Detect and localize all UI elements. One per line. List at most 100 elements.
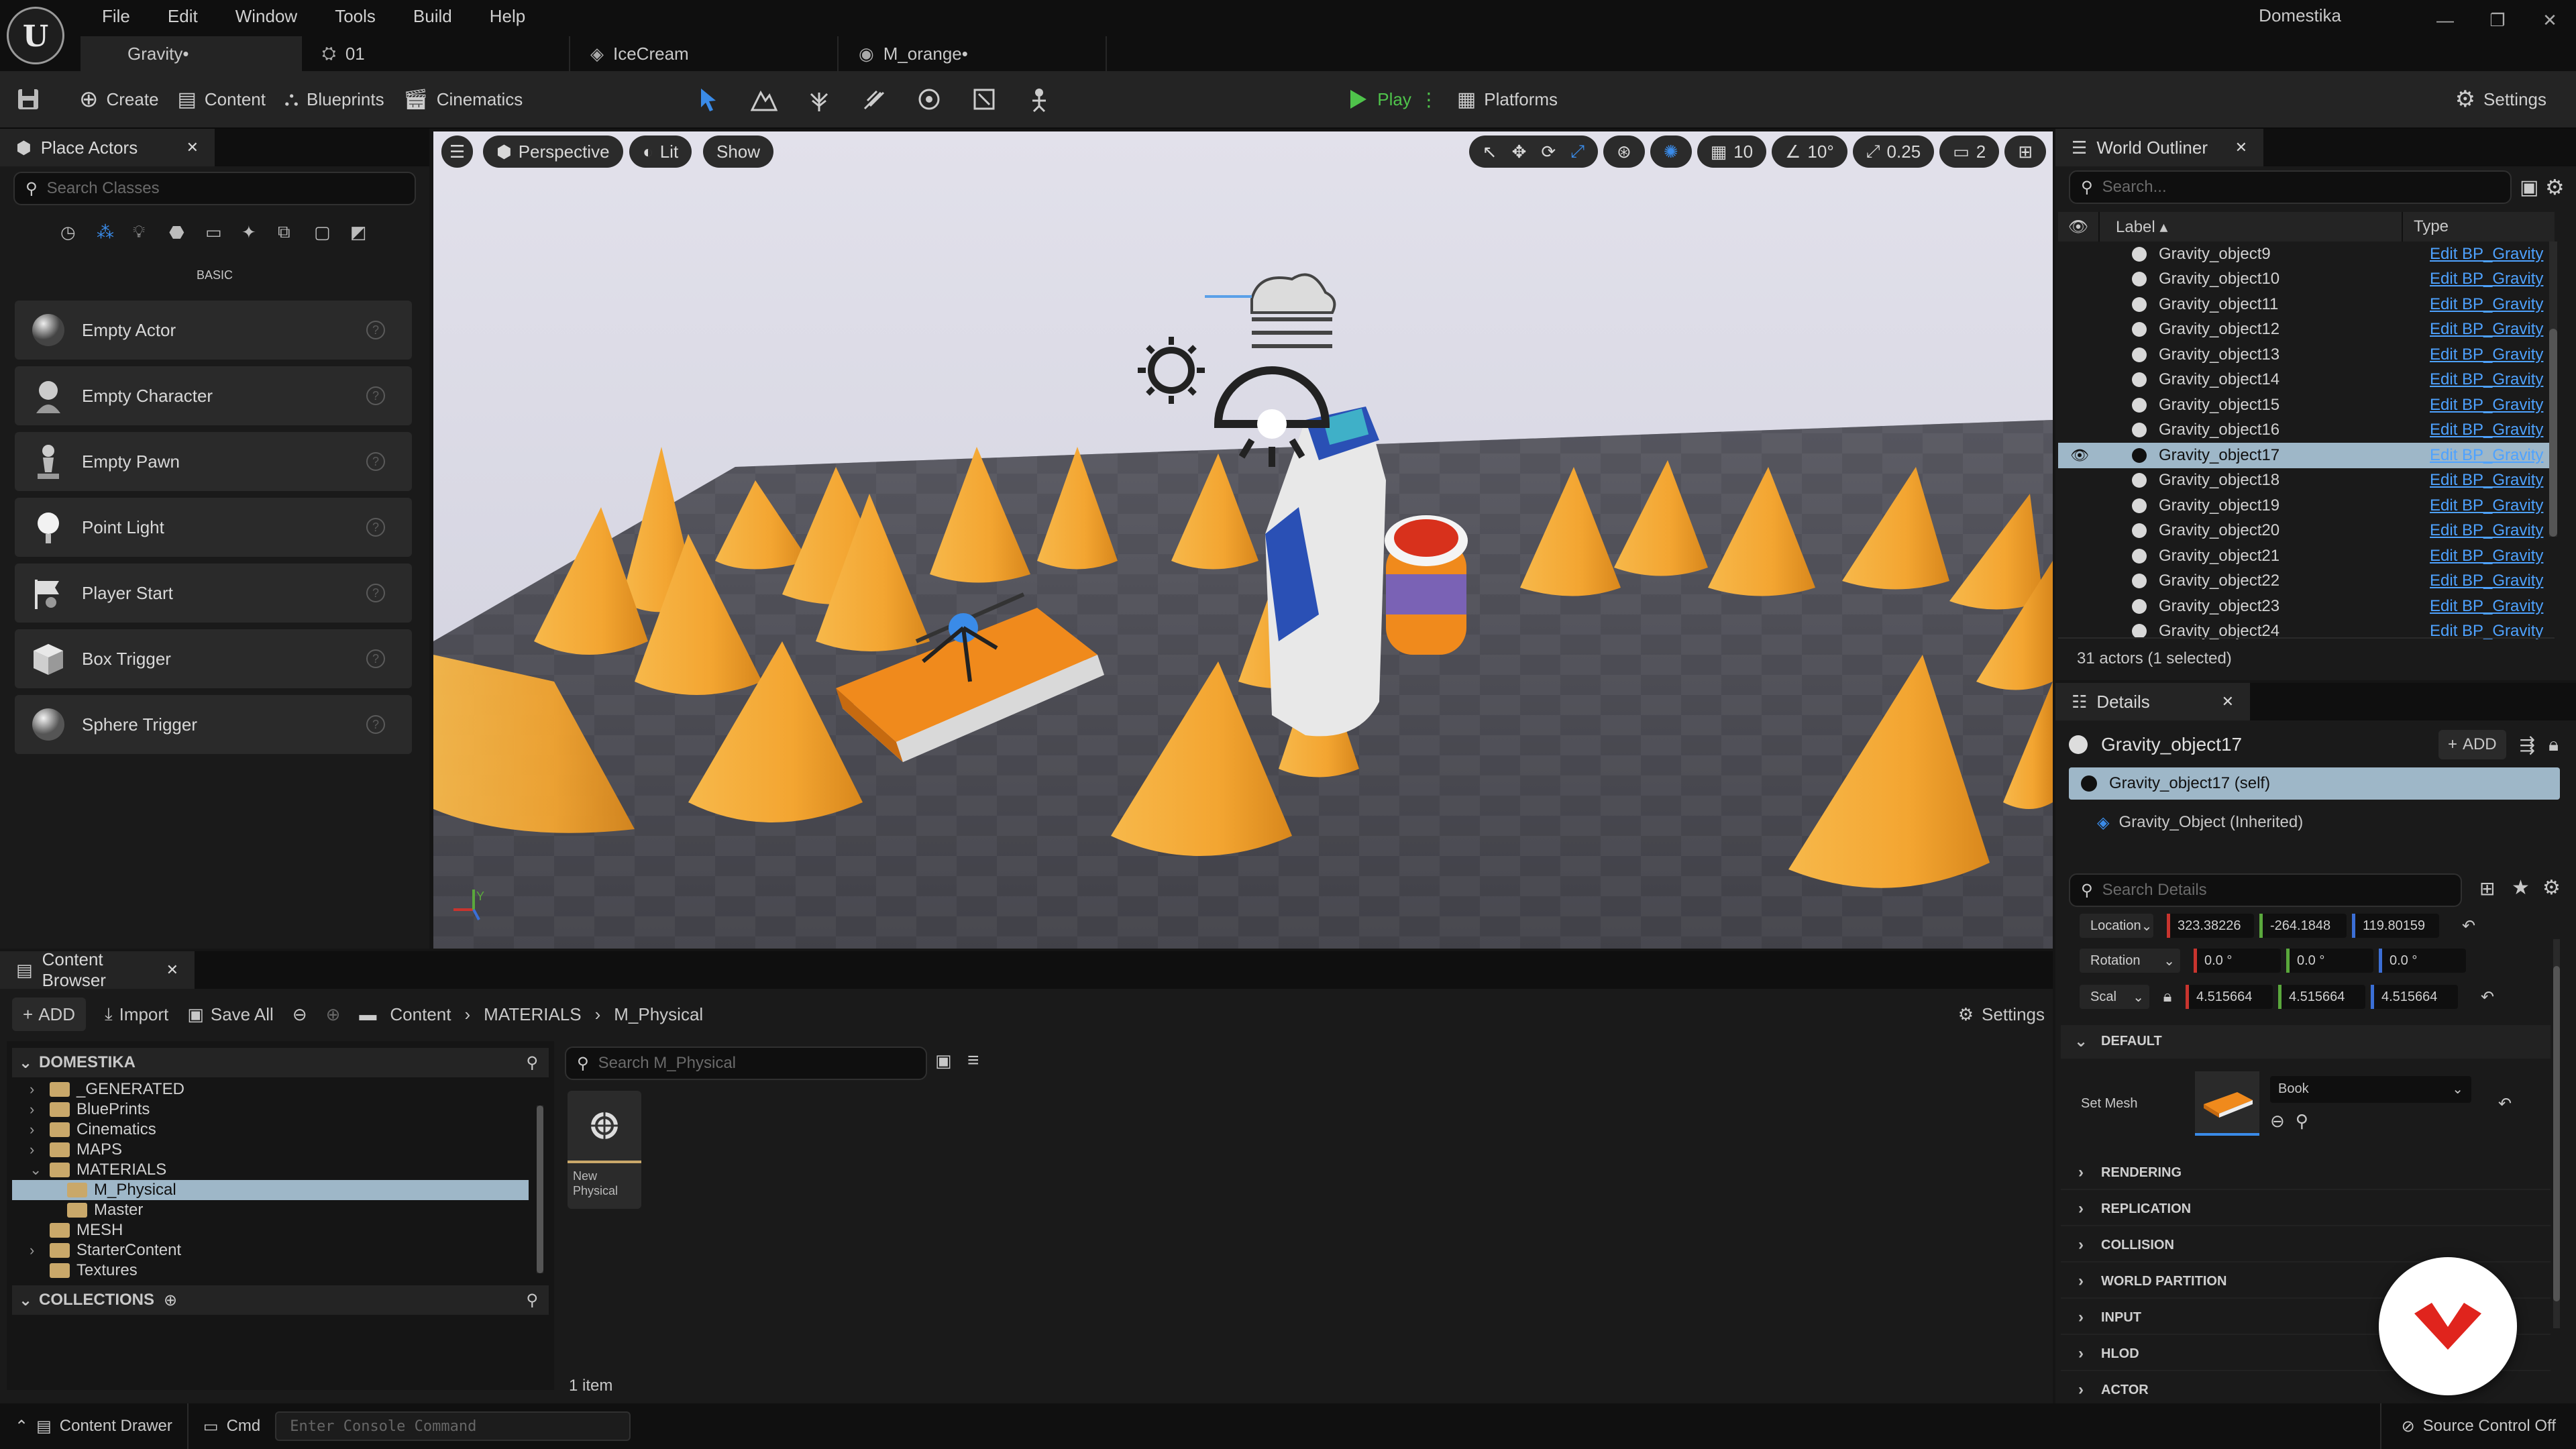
tab-01[interactable]: ⛭ 01 [302, 36, 570, 71]
reset-icon[interactable]: ↶ [2462, 916, 2475, 936]
blueprints-button[interactable]: ⛬ Blueprints [275, 70, 394, 128]
chevron-icon[interactable]: › [30, 1141, 50, 1159]
world-outliner-tab[interactable]: ☰ World Outliner ✕ [2055, 129, 2263, 166]
close-tab-icon[interactable]: ✕ [166, 961, 178, 979]
edit-blueprint-link[interactable]: Edit BP_Gravity [2430, 345, 2543, 364]
favorites-star-icon[interactable]: ★ [2512, 876, 2530, 900]
reset-icon[interactable]: ↶ [2481, 987, 2494, 1007]
outliner-row[interactable]: Gravity_object21 Edit BP_Gravity [2058, 543, 2555, 569]
menu-build[interactable]: Build [394, 3, 471, 30]
folder-mesh[interactable]: MESH [12, 1220, 529, 1240]
help-icon[interactable]: ? [366, 452, 385, 471]
back-icon[interactable]: ⊖ [292, 1004, 307, 1025]
minimize-icon[interactable]: — [2419, 0, 2471, 40]
folder-materials[interactable]: ⌄ MATERIALS [12, 1160, 529, 1180]
menu-help[interactable]: Help [471, 3, 544, 30]
play-button[interactable]: Play ⋮ [1337, 70, 1448, 128]
menu-file[interactable]: File [83, 3, 149, 30]
outliner-row[interactable]: Gravity_object12 Edit BP_Gravity [2058, 317, 2555, 343]
animation-icon[interactable] [1023, 83, 1055, 115]
edit-blueprint-link[interactable]: Edit BP_Gravity [2430, 446, 2543, 465]
cinematic-icon[interactable]: ▭ [205, 222, 228, 243]
component-self-row[interactable]: Gravity_object17 (self) [2069, 767, 2560, 800]
edit-blueprint-link[interactable]: Edit BP_Gravity [2430, 396, 2543, 415]
help-icon[interactable]: ? [366, 518, 385, 537]
cb-add-button[interactable]: + ADD [12, 998, 87, 1031]
edit-blueprint-link[interactable]: Edit BP_Gravity [2430, 295, 2543, 314]
save-search-icon[interactable]: ▣ [935, 1051, 952, 1071]
maximize-viewport-button[interactable]: ⊞ [2004, 136, 2046, 168]
foliage-mode-icon[interactable] [803, 83, 835, 115]
volumes-icon[interactable]: ▢ [314, 222, 337, 243]
menu-window[interactable]: Window [217, 3, 316, 30]
blueprint-options-icon[interactable]: ⇶ [2520, 734, 2535, 756]
search-classes-input[interactable]: ⚲ Search Classes [13, 172, 416, 205]
lit-button[interactable]: ◐ Lit [629, 136, 692, 168]
outliner-search-input[interactable]: ⚲ Search... [2069, 170, 2512, 204]
help-icon[interactable]: ? [366, 649, 385, 668]
actor-item-empty-pawn[interactable]: Empty Pawn ? [15, 432, 412, 491]
viewport-menu-button[interactable]: ☰ [441, 136, 474, 168]
outliner-row[interactable]: Gravity_object13 Edit BP_Gravity [2058, 342, 2555, 368]
content-drawer-button[interactable]: ⌃ ▤ Content Drawer [0, 1403, 189, 1449]
close-tab-icon[interactable]: ✕ [186, 139, 199, 156]
mesh-thumbnail[interactable] [2195, 1071, 2259, 1136]
section-default[interactable]: ⌄ DEFAULT [2061, 1025, 2551, 1059]
chevron-icon[interactable]: ⌄ [30, 1161, 50, 1179]
actor-item-empty-actor[interactable]: Empty Actor ? [15, 301, 412, 360]
content-browser-tab[interactable]: ▤ Content Browser ✕ [0, 949, 195, 990]
type-column-header[interactable]: Type [2414, 217, 2449, 236]
location-z-field[interactable]: 119.80159 [2352, 914, 2439, 938]
outliner-row[interactable]: Gravity_object16 Edit BP_Gravity [2058, 418, 2555, 443]
actor-item-box-trigger[interactable]: Box Trigger ? [15, 629, 412, 688]
section-replication[interactable]: › REPLICATION [2061, 1193, 2551, 1226]
component-inherited-row[interactable]: ◈ Gravity_Object (Inherited) [2097, 808, 2303, 837]
chevron-icon[interactable]: › [30, 1121, 50, 1138]
scale-y-field[interactable]: 4.515664 [2278, 985, 2365, 1009]
lock-scale-icon[interactable]: 🔒︎ [2155, 987, 2180, 1006]
cmd-button[interactable]: ▭ Cmd [189, 1403, 275, 1449]
add-collection-icon[interactable]: ⊕ [164, 1291, 177, 1310]
chevron-icon[interactable]: › [30, 1101, 50, 1118]
create-button[interactable]: ⊕ Create [70, 70, 168, 128]
basic-icon[interactable]: ⁂ [97, 222, 119, 243]
search-icon[interactable]: ⚲ [526, 1053, 538, 1073]
rotate-icon[interactable]: ⟳ [1541, 142, 1556, 162]
platforms-button[interactable]: ▦ Platforms [1448, 70, 1567, 128]
edit-blueprint-link[interactable]: Edit BP_Gravity [2430, 471, 2543, 490]
toolbar-settings-button[interactable]: ⚙ Settings [2446, 70, 2556, 128]
rotation-snap-button[interactable]: ∠ 10° [1772, 136, 1847, 168]
edit-blueprint-link[interactable]: Edit BP_Gravity [2430, 597, 2543, 616]
scale-z-field[interactable]: 4.515664 [2371, 985, 2458, 1009]
tab-icecream[interactable]: ◈ IceCream [570, 36, 839, 71]
surface-snap-toggle[interactable]: ✺ [1650, 136, 1692, 168]
visual-effects-icon[interactable]: ✦ [241, 222, 264, 243]
breadcrumb-materials[interactable]: MATERIALS [484, 1004, 581, 1025]
console-command-input[interactable]: Enter Console Command [275, 1411, 631, 1441]
world-local-toggle[interactable]: ⊛ [1603, 136, 1645, 168]
tab-gravity[interactable]: Gravity• [80, 36, 302, 71]
outliner-row[interactable]: Gravity_object22 Edit BP_Gravity [2058, 569, 2555, 594]
lock-icon[interactable]: 🔒︎ [2548, 734, 2559, 756]
edit-blueprint-link[interactable]: Edit BP_Gravity [2430, 320, 2543, 339]
outliner-row[interactable]: Gravity_object15 Edit BP_Gravity [2058, 392, 2555, 418]
outliner-row[interactable]: Gravity_object18 Edit BP_Gravity [2058, 468, 2555, 494]
rotation-y-field[interactable]: 0.0 ° [2286, 949, 2373, 973]
help-icon[interactable]: ? [366, 386, 385, 405]
visibility-icon[interactable]: 👁︎ [2058, 217, 2098, 237]
folder-textures[interactable]: Textures [12, 1260, 529, 1281]
scale-x-field[interactable]: 4.515664 [2186, 985, 2273, 1009]
modeling-icon[interactable] [913, 83, 945, 115]
shapes-icon[interactable]: ⬣ [169, 222, 192, 243]
section-rendering[interactable]: › RENDERING [2061, 1157, 2551, 1190]
viewport-scene[interactable]: Y [433, 131, 2053, 949]
outliner-row[interactable]: 👁︎ Gravity_object17 Edit BP_Gravity [2058, 443, 2555, 468]
close-window-icon[interactable]: ✕ [2524, 0, 2576, 40]
details-search-input[interactable]: ⚲ Search Details [2069, 873, 2462, 907]
help-icon[interactable]: ? [366, 321, 385, 339]
edit-blueprint-link[interactable]: Edit BP_Gravity [2430, 521, 2543, 540]
visibility-icon[interactable]: 👁︎ [2070, 447, 2089, 464]
details-tab[interactable]: ☷ Details ✕ [2055, 683, 2250, 720]
breadcrumb-m-physical[interactable]: M_Physical [614, 1004, 703, 1025]
menu-edit[interactable]: Edit [149, 3, 217, 30]
